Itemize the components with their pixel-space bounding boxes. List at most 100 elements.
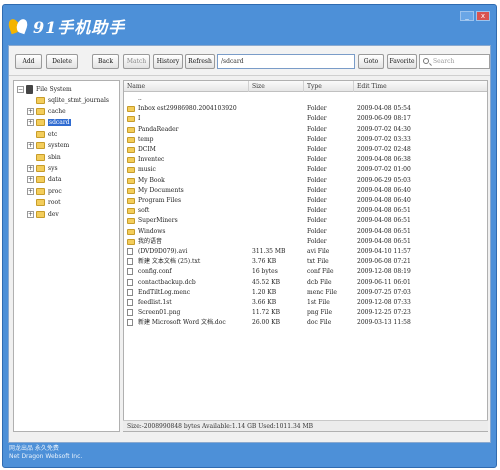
table-row[interactable]: Inbox est29986980.2004103920 Folder 2009-0… — [124, 104, 487, 114]
cell-time — [357, 94, 487, 104]
back-button[interactable]: Back — [92, 54, 119, 69]
table-row[interactable]: Program Files Folder 2009-04-08 06:40 — [124, 196, 487, 206]
table-row[interactable]: EndTiltLog.menc 1.20 KB menc File 2009-07-2… — [124, 288, 487, 298]
cell-size: 11.72 KB — [252, 309, 280, 317]
tree-item[interactable]: + proc — [27, 186, 62, 196]
table-row[interactable]: I Folder 2009-06-09 08:17 — [124, 114, 487, 124]
cell-name: 新建 Microsoft Word 文档.doc — [138, 319, 226, 327]
column-header-type[interactable]: Type — [304, 81, 354, 92]
table-row[interactable]: PandaReader Folder 2009-07-02 04:30 — [124, 125, 487, 135]
cell-type: Folder — [307, 146, 327, 153]
table-row[interactable]: 新建 文本文档 (25).txt 3.76 KB txt File 2009-06-0… — [124, 257, 487, 267]
cell-type: conf File — [307, 268, 334, 276]
expand-icon[interactable]: + — [27, 176, 34, 184]
expand-icon[interactable]: + — [27, 142, 34, 150]
favorite-button[interactable]: Favorite — [387, 54, 417, 69]
collapse-icon[interactable]: − — [17, 85, 24, 93]
cell-size — [252, 216, 304, 226]
close-button[interactable]: x — [476, 11, 490, 21]
tree-item[interactable]: sbin — [27, 152, 61, 162]
cell-time: 2009-06-11 06:01 — [357, 278, 411, 286]
table-row[interactable]: config.conf 16 bytes conf File 2009-12-08 0… — [124, 267, 487, 277]
folder-icon — [36, 187, 45, 195]
match-button[interactable]: Match — [123, 54, 150, 69]
cell-size — [252, 155, 304, 165]
table-row[interactable]: Windows Folder 2009-04-08 06:51 — [124, 227, 487, 237]
tree-item-label: sbin — [48, 153, 61, 161]
cell-time: 2009-03-13 11:58 — [357, 319, 411, 327]
tree-item[interactable]: + sdcard — [27, 118, 71, 128]
cell-size — [252, 196, 304, 206]
file-icon — [127, 299, 133, 306]
cell-name: soft — [138, 207, 150, 215]
expand-icon[interactable]: + — [27, 164, 34, 172]
expand-icon[interactable]: + — [27, 119, 34, 127]
tree-item[interactable]: root — [27, 198, 61, 208]
cell-size: 1.20 KB — [252, 288, 277, 296]
cell-time: 2009-04-08 06:51 — [357, 207, 411, 215]
expand-icon[interactable]: + — [27, 187, 34, 195]
tree-item[interactable]: + data — [27, 175, 61, 185]
table-row[interactable]: DCIM Folder 2009-07-02 02:48 — [124, 145, 487, 155]
column-header-size[interactable]: Size — [249, 81, 304, 92]
expand-icon[interactable]: + — [27, 107, 34, 115]
delete-button[interactable]: Delete — [46, 54, 78, 69]
device-icon — [26, 84, 33, 94]
tree-item[interactable]: + sys — [27, 163, 58, 173]
table-row[interactable]: feedlist.1st 3.66 KB 1st File 2009-12-08 07… — [124, 298, 487, 308]
folder-icon — [127, 136, 135, 143]
tree-item-label: dev — [48, 210, 59, 218]
cell-name: Inventec — [138, 156, 165, 164]
path-input[interactable]: /sdcard — [217, 54, 355, 69]
table-row[interactable]: (DVD9D079).avi 311.35 MB avi File 2009-04-1… — [124, 247, 487, 257]
folder-icon — [36, 176, 45, 184]
tree-item[interactable]: + cache — [27, 106, 66, 116]
table-row[interactable]: .. — [124, 94, 487, 104]
expand-icon[interactable]: + — [27, 210, 34, 218]
history-button[interactable]: History — [153, 54, 183, 69]
cell-size — [252, 176, 304, 186]
search-input[interactable]: Search — [419, 54, 490, 69]
cell-time: 2009-12-08 07:33 — [357, 299, 411, 306]
folder-icon — [36, 210, 45, 218]
column-header-edit-time[interactable]: Edit Time — [354, 81, 489, 92]
cell-time: 2009-06-29 05:03 — [357, 176, 411, 184]
minimize-button[interactable]: _ — [460, 11, 474, 21]
tree-item-label: etc — [48, 130, 58, 138]
cell-type: png File — [307, 309, 333, 317]
title-bar[interactable]: 91手机助手 _ x — [3, 5, 496, 41]
tree-item[interactable]: etc — [27, 129, 57, 139]
table-row[interactable]: 新建 Microsoft Word 文档.doc 26.00 KB doc File… — [124, 318, 487, 328]
table-row[interactable]: Inventec Folder 2009-04-08 06:38 — [124, 155, 487, 165]
tree-item-label: cache — [48, 107, 66, 115]
tree-item[interactable]: + dev — [27, 209, 59, 219]
tree-root[interactable]: − File System — [17, 84, 72, 94]
table-row[interactable]: 我的语音 Folder 2009-04-08 06:51 — [124, 237, 487, 247]
file-list[interactable]: Name Size Type Edit Time .. Inbox est2998… — [123, 80, 488, 432]
table-row[interactable]: SuperMiners Folder 2009-04-08 06:51 — [124, 216, 487, 226]
cell-type: Folder — [307, 125, 327, 133]
cell-name: temp — [138, 135, 154, 143]
folder-tree[interactable]: − File System sqlite_stmt_journals + cache… — [13, 80, 120, 432]
table-row[interactable]: My Book Folder 2009-06-29 05:03 — [124, 176, 487, 186]
table-row[interactable]: temp Folder 2009-07-02 03:33 — [124, 135, 487, 145]
cell-type — [307, 94, 354, 104]
refresh-button[interactable]: Refresh — [185, 54, 215, 69]
footer: 网龙出品 永久免费 Net Dragon Websoft Inc. — [9, 445, 82, 461]
table-row[interactable]: soft Folder 2009-04-08 06:51 — [124, 206, 487, 216]
add-button[interactable]: Add — [15, 54, 42, 69]
tree-item[interactable]: + system — [27, 141, 69, 151]
cell-size — [252, 94, 304, 104]
table-row[interactable]: My Documents Folder 2009-04-08 06:40 — [124, 186, 487, 196]
table-row[interactable]: contactbackup.dcb 45.52 KB dcb File 2009-06… — [124, 278, 487, 288]
table-row[interactable]: Screen01.png 11.72 KB png File 2009-12-25 0… — [124, 308, 487, 318]
goto-button[interactable]: Goto — [358, 54, 384, 69]
cell-name: I — [138, 115, 141, 123]
column-header-name[interactable]: Name — [124, 81, 249, 92]
folder-icon — [127, 167, 135, 174]
table-row[interactable]: music Folder 2009-07-02 01:00 — [124, 165, 487, 175]
tree-item[interactable]: sqlite_stmt_journals — [27, 95, 109, 105]
footer-line-1: 网龙出品 永久免费 — [9, 445, 59, 452]
cell-time: 2009-04-08 06:38 — [357, 156, 411, 164]
cell-size — [252, 206, 304, 216]
